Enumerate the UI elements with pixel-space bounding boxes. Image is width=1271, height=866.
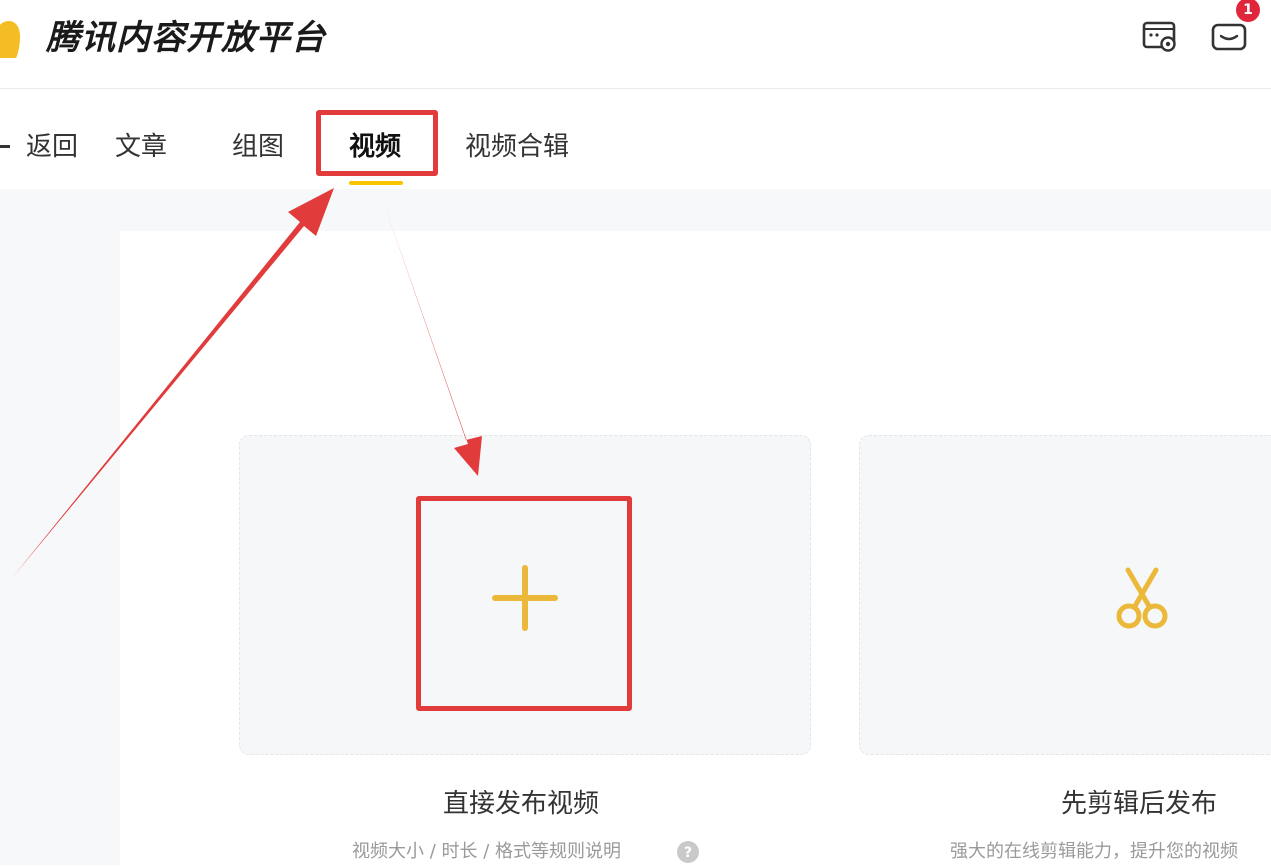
edit-then-publish-card[interactable] (859, 435, 1271, 755)
content-type-tabs: 返回 文章 组图 视频 视频合辑 (0, 89, 1271, 189)
message-inbox-icon (1211, 23, 1247, 51)
svg-text:?: ? (684, 845, 692, 861)
screen-settings-button[interactable] (1140, 18, 1180, 58)
tab-article[interactable]: 文章 (115, 129, 167, 165)
direct-publish-description: 视频大小 / 时长 / 格式等规则说明 (352, 841, 622, 862)
active-tab-indicator (349, 181, 403, 185)
tab-video-collection[interactable]: 视频合辑 (465, 129, 569, 165)
platform-title: 腾讯内容开放平台 (46, 18, 326, 58)
screen-settings-icon (1142, 21, 1176, 52)
tab-gallery[interactable]: 组图 (232, 129, 284, 165)
direct-publish-card[interactable] (239, 435, 811, 755)
message-count-badge: 1 (1236, 0, 1260, 22)
edit-then-publish-label: 先剪辑后发布 (1061, 789, 1218, 819)
back-arrow-icon (0, 145, 10, 148)
question-circle-icon[interactable]: ? (676, 840, 700, 864)
scissors-icon (1116, 567, 1168, 629)
top-header: 腾讯内容开放平台 1 (0, 0, 1271, 89)
penguin-logo-icon (0, 21, 20, 58)
direct-publish-label: 直接发布视频 (443, 789, 600, 819)
edit-then-publish-description: 强大的在线剪辑能力，提升您的视频 (950, 841, 1238, 862)
back-button[interactable]: 返回 (26, 129, 78, 165)
plus-icon (492, 565, 558, 631)
tab-video[interactable]: 视频 (349, 129, 401, 165)
message-inbox-button[interactable] (1210, 18, 1250, 58)
